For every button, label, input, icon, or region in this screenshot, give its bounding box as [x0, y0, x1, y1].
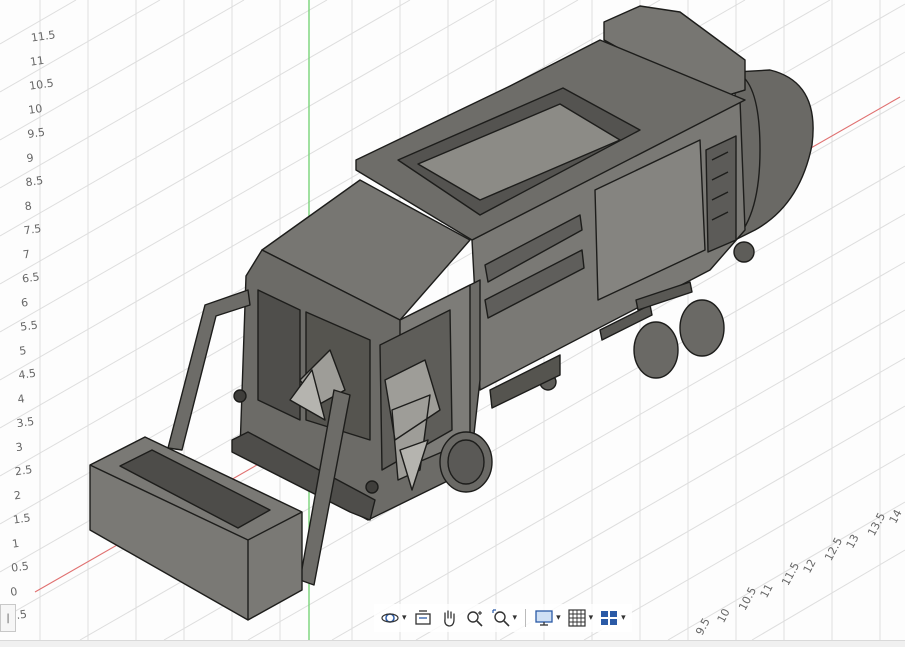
- look-at-button[interactable]: [411, 606, 435, 630]
- look-at-icon: [414, 610, 431, 625]
- viewports-button[interactable]: ▾: [597, 606, 628, 630]
- orbit-button[interactable]: ▾: [378, 606, 409, 630]
- zoom-icon: [466, 611, 483, 627]
- right-ruler-label: 13: [844, 532, 862, 550]
- grid-settings-button[interactable]: ▾: [565, 606, 596, 630]
- right-ruler-label: 10: [715, 607, 733, 625]
- right-ruler-label: 11: [758, 582, 776, 600]
- right-ruler-label: 14: [887, 507, 905, 525]
- left-ruler-label: 8: [24, 199, 33, 213]
- chevron-down-icon: ▾: [588, 613, 594, 623]
- left-ruler-label: 9.5: [27, 126, 46, 141]
- chevron-down-icon: ▾: [512, 613, 518, 623]
- right-ruler-label: 9.5: [693, 616, 713, 638]
- left-ruler-label: 4: [17, 392, 26, 406]
- zoom-button[interactable]: [463, 606, 487, 630]
- left-ruler-label: 10.5: [28, 76, 54, 92]
- left-ruler-label: 7.5: [23, 222, 42, 237]
- grid-settings-icon: [567, 609, 586, 627]
- left-ruler-label: 1.5: [12, 511, 31, 526]
- pan-button[interactable]: [437, 606, 461, 630]
- left-ruler-label: 7: [22, 248, 31, 262]
- headlight-right: [365, 480, 379, 494]
- left-ruler-label: 2: [13, 489, 22, 503]
- pan-hand-icon: [443, 610, 455, 627]
- left-ruler-label: 6: [20, 296, 29, 310]
- loader-arm-left: [167, 289, 251, 451]
- display-settings-button[interactable]: ▾: [532, 606, 563, 630]
- left-ruler-label: 11: [29, 54, 45, 69]
- chevron-down-icon: ▾: [621, 613, 626, 623]
- left-ruler-label: 10: [28, 102, 44, 117]
- rear-drum: [734, 69, 814, 241]
- right-ruler-label: 13.5: [865, 510, 888, 538]
- left-ruler-label: 0.5: [10, 559, 29, 574]
- left-ruler: 0.500.511.522.533.544.555.566.577.588.59…: [9, 28, 57, 623]
- fit-zoom-icon: [491, 609, 510, 627]
- fit-button[interactable]: ▾: [489, 606, 520, 630]
- left-ruler-label: 4.5: [18, 367, 37, 382]
- chevron-down-icon: ▾: [556, 613, 561, 623]
- garbage-truck-model[interactable]: [89, 5, 814, 621]
- side-panel-tab[interactable]: |: [0, 604, 16, 632]
- orbit-icon: [381, 613, 399, 623]
- headlight-left: [233, 389, 247, 403]
- left-ruler-label: 3.5: [16, 415, 35, 430]
- toolbar-divider: [525, 609, 527, 627]
- left-ruler-label: 3: [15, 440, 24, 454]
- 3d-viewport[interactable]: 0.5 0 0.5 1 1.5 2 2.5 3 3.5 4 4.5 5 5.5 6 6.5 7 7.5 8 8.5 9…: [0, 0, 905, 640]
- left-ruler-label: 6.5: [21, 270, 40, 285]
- model-canvas[interactable]: 0.500.511.522.533.544.555.566.577.588.59…: [0, 0, 905, 640]
- left-ruler-label: 5.5: [19, 318, 38, 333]
- left-ruler-label: 9: [26, 151, 35, 165]
- left-ruler-label: 1: [11, 537, 20, 551]
- left-ruler-label: 5: [19, 344, 28, 358]
- left-ruler-label: 8.5: [25, 174, 44, 189]
- right-ruler-label: 12: [801, 557, 819, 575]
- navigation-toolbar: ▾ ▾ ▾ ▾ ▾: [374, 604, 632, 632]
- display-settings-icon: [535, 610, 553, 626]
- left-ruler-label: 11.5: [30, 28, 56, 44]
- side-tab-label: |: [6, 612, 10, 624]
- viewports-icon: [601, 611, 618, 625]
- left-ruler-label: 0: [10, 585, 19, 599]
- left-ruler-label: 2.5: [14, 463, 33, 478]
- right-ruler: 9.51010.51111.51212.51313.514: [693, 507, 905, 637]
- chevron-down-icon: ▾: [402, 613, 407, 623]
